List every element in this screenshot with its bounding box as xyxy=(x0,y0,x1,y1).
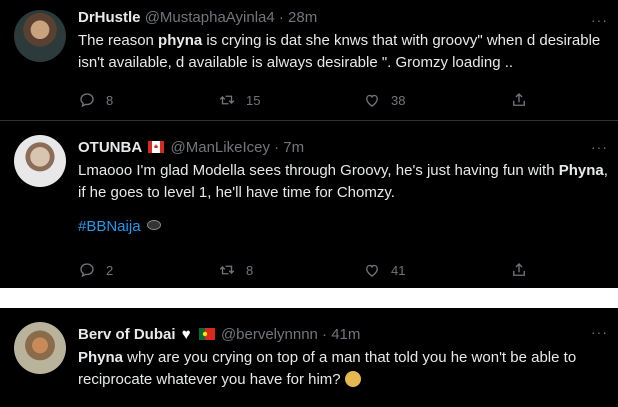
retweet-count: 15 xyxy=(246,92,261,108)
reply-button[interactable]: 8 xyxy=(78,91,113,109)
retweet-count: 8 xyxy=(246,262,254,278)
author-name[interactable]: Berv of Dubai xyxy=(78,326,176,343)
tweet-text: Phyna why are you crying on top of a man… xyxy=(78,349,577,388)
reply-count: 8 xyxy=(106,92,114,108)
retweet-icon xyxy=(219,95,235,105)
white-heart-icon: ♥ xyxy=(181,326,191,343)
like-button[interactable]: 41 xyxy=(363,261,405,279)
share-icon xyxy=(513,263,525,276)
eye-icon xyxy=(146,220,161,230)
reply-icon xyxy=(80,93,94,108)
reply-button[interactable]: 2 xyxy=(78,261,113,279)
author-name[interactable]: OTUNBA xyxy=(78,139,142,156)
tweet-actions: 2 8 41 xyxy=(78,261,525,281)
share-icon xyxy=(513,93,525,106)
author-name[interactable]: DrHustle xyxy=(78,9,141,26)
author-handle: @ManLikeIcey · 7m xyxy=(170,139,305,156)
author-handle: @MustaphaAyinla4 · 28m xyxy=(144,9,318,26)
screenshot-separator xyxy=(0,288,618,308)
avatar[interactable] xyxy=(14,322,66,374)
tweet-2[interactable]: ··· OTUNBA @ManLikeIcey · 7m Lmaooo I'm … xyxy=(0,120,618,289)
hashtag-link[interactable]: #BBNaija xyxy=(78,218,141,235)
portugal-flag-icon xyxy=(198,326,215,340)
reply-icon xyxy=(80,263,94,278)
retweet-icon xyxy=(219,265,235,275)
author-handle: @bervelynnnn · 41m xyxy=(220,326,361,343)
like-icon xyxy=(366,94,378,107)
avatar[interactable] xyxy=(14,10,66,62)
like-count: 41 xyxy=(391,262,406,278)
share-button[interactable] xyxy=(510,261,528,279)
woman-gesturing-emoji xyxy=(344,371,361,387)
canada-flag-icon xyxy=(148,139,165,153)
tweet-text: Lmaooo I'm glad Modella sees through Gro… xyxy=(78,162,608,201)
retweet-button[interactable]: 15 xyxy=(218,91,260,109)
like-count: 38 xyxy=(391,92,406,108)
share-button[interactable] xyxy=(510,91,528,109)
like-button[interactable]: 38 xyxy=(363,91,405,109)
like-icon xyxy=(366,264,378,277)
tweet-3[interactable]: ··· Berv of Dubai ♥ @bervelynnnn · 41m P… xyxy=(0,308,618,407)
avatar[interactable] xyxy=(14,135,66,187)
tweet-text: The reason phyna is crying is dat she kn… xyxy=(78,32,601,71)
reply-count: 2 xyxy=(106,262,114,278)
tweet-1[interactable]: ··· DrHustle @MustaphaAyinla4 · 28m The … xyxy=(0,0,618,120)
retweet-button[interactable]: 8 xyxy=(218,261,253,279)
tweet-actions: 8 15 38 xyxy=(78,91,525,111)
